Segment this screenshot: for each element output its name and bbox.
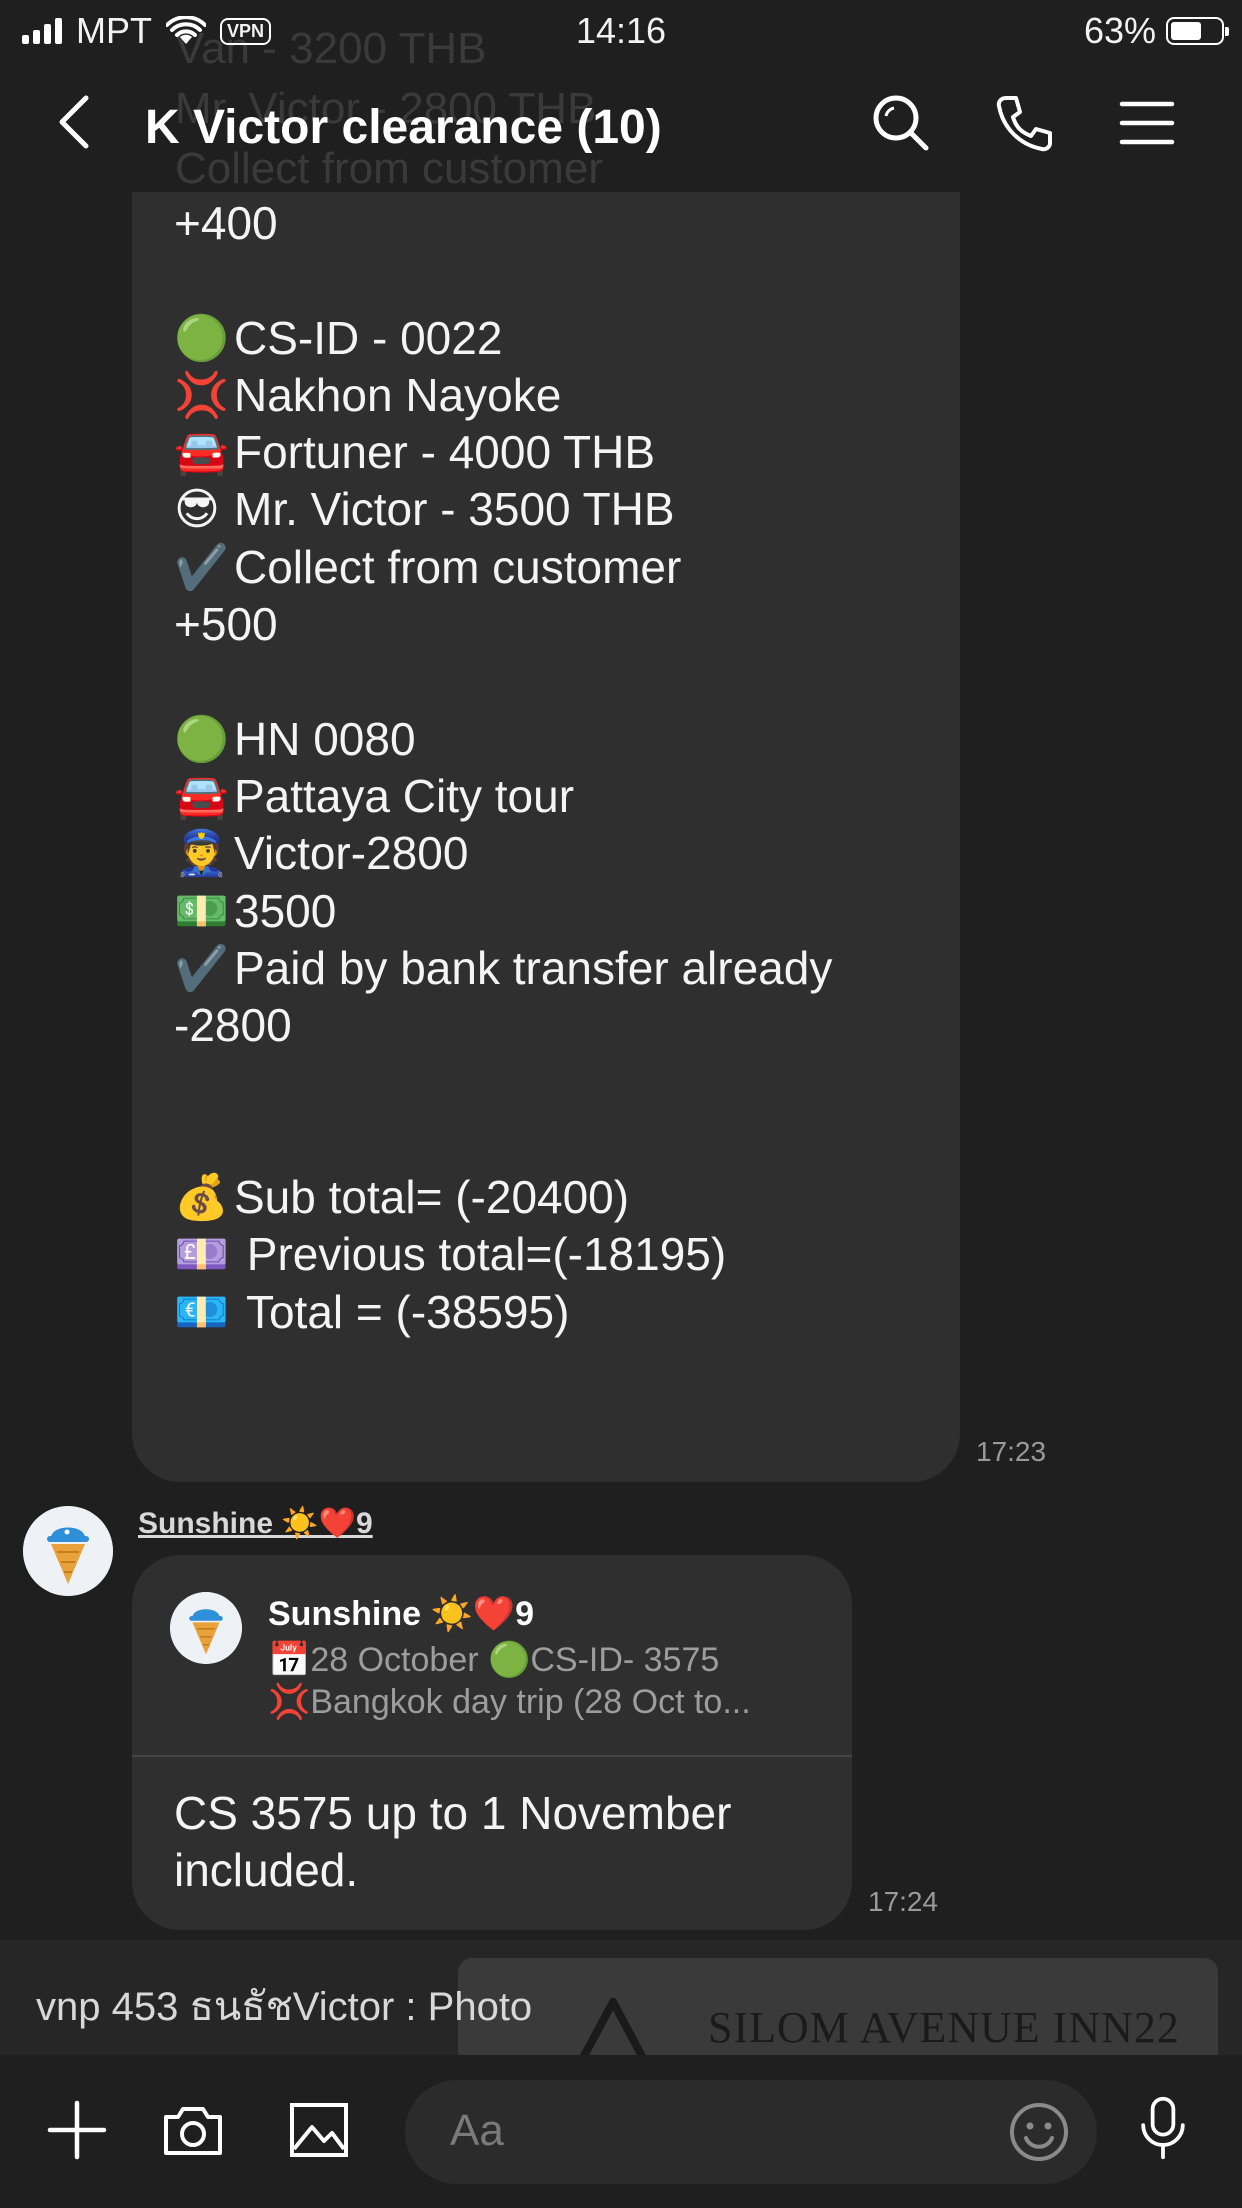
new-message-banner[interactable]: SILOM AVENUE INN22 vnp 453 ธนธัชVictor :… [0, 1940, 1242, 2055]
message-line [174, 653, 832, 710]
line-text: +400 [174, 197, 278, 249]
line-emoji-icon: 💰 [174, 1173, 229, 1223]
line-text: Collect from customer [234, 540, 682, 593]
message-input-placeholder: Aa [450, 2106, 504, 2155]
message-line: 💶 Total = (-38595) [174, 1284, 832, 1341]
menu-icon[interactable] [1114, 90, 1180, 156]
sender-name[interactable]: Sunshine ☀️❤️9 [138, 1506, 373, 1541]
message-line: -2800 [174, 997, 832, 1054]
camera-icon[interactable] [160, 2097, 226, 2163]
calendar-icon: 📅 [268, 1641, 311, 1679]
line-emoji-icon: 🚘 [174, 428, 229, 478]
search-icon[interactable] [868, 90, 934, 156]
message-line: +400 [174, 195, 832, 252]
line-text: HN 0080 [234, 712, 416, 765]
quoted-line-1: 📅28 October 🟢CS-ID- 3575 [268, 1641, 720, 1679]
phone-icon[interactable] [992, 90, 1058, 156]
line-emoji-icon: 💷 [174, 1230, 229, 1280]
input-bar: Aa [0, 2055, 1242, 2208]
message-line [174, 1112, 832, 1169]
message-line: +500 [174, 596, 832, 653]
line-emoji-icon: ✔️ [174, 542, 229, 592]
battery-icon [1166, 17, 1229, 45]
line-text: 3500 [234, 884, 337, 937]
ice-cream-icon [170, 1592, 242, 1664]
message-line: 🟢 CS-ID - 0022 [174, 310, 832, 367]
quoted-line-2: 💢Bangkok day trip (28 Oct to... [268, 1683, 751, 1721]
line-emoji-icon: 💢 [174, 370, 229, 420]
line-emoji-icon: ✔️ [174, 943, 229, 993]
line-emoji-icon: 💶 [174, 1287, 229, 1337]
line-text: Mr. Victor - 3500 THB [234, 483, 675, 536]
message-line: 👮 Victor-2800 [174, 825, 832, 882]
emoji-icon[interactable] [1007, 2100, 1071, 2164]
message-line [174, 1054, 832, 1111]
line-emoji-icon: 🟢 [174, 313, 229, 363]
message-line: 🚘 Pattaya City tour [174, 768, 832, 825]
message-line: ✔️ Paid by bank transfer already [174, 940, 832, 997]
line-text: -2800 [174, 999, 292, 1052]
line-text: Victor-2800 [234, 827, 469, 880]
new-message-text: vnp 453 ธนธัชVictor : Photo [36, 1985, 533, 2029]
message-line: 💷 Previous total=(-18195) [174, 1226, 832, 1283]
line-text: Paid by bank transfer already [234, 941, 833, 994]
message-line: 💵 3500 [174, 883, 832, 940]
reply-message-text: CS 3575 up to 1 November included. [174, 1787, 732, 1896]
line-emoji-icon: 🚘 [174, 771, 229, 821]
microphone-icon[interactable] [1130, 2095, 1196, 2161]
message-line [174, 252, 832, 309]
reply-message-time: 17:24 [868, 1886, 939, 1917]
ice-cream-icon [23, 1506, 113, 1596]
back-arrow-icon[interactable] [50, 92, 100, 152]
sender-avatar[interactable] [23, 1506, 113, 1596]
battery-percent: 63% [1083, 10, 1156, 51]
message-line: 🟢 HN 0080 [174, 711, 832, 768]
quoted-sender-name: Sunshine ☀️❤️9 [268, 1595, 535, 1633]
message-line: 🚘 Fortuner - 4000 THB [174, 424, 832, 481]
message-input[interactable]: Aa [405, 2080, 1097, 2184]
message-text: +400 🟢 CS-ID - 0022 💢 Nakhon Nayoke 🚘 Fortuner… [174, 195, 832, 1341]
divider [132, 1755, 852, 1757]
plus-icon[interactable] [44, 2097, 110, 2163]
line-text: +500 [174, 598, 278, 651]
chat-header: K Victor clearance (10) [0, 62, 1242, 192]
line-text: Nakhon Nayoke [234, 368, 562, 421]
line-text: CS-ID - 0022 [234, 311, 503, 364]
image-icon[interactable] [286, 2097, 352, 2163]
message-line: 💰 Sub total= (-20400) [174, 1169, 832, 1226]
line-emoji-icon: 👮 [174, 829, 229, 879]
message-line: 💢 Nakhon Nayoke [174, 367, 832, 424]
anger-icon: 💢 [268, 1683, 311, 1721]
message-line: ✔️ Collect from customer [174, 539, 832, 596]
status-bar: MPT VPN 14:16 63% [0, 0, 1242, 62]
line-emoji-icon: 💵 [174, 886, 229, 936]
line-emoji-icon: 😎 [174, 485, 220, 535]
message-time: 17:23 [976, 1436, 1047, 1467]
line-text: Previous total=(-18195) [234, 1228, 727, 1281]
clock: 14:16 [575, 10, 667, 51]
message-line: 😎 Mr. Victor - 3500 THB [174, 481, 832, 538]
line-text: Sub total= (-20400) [234, 1171, 630, 1224]
line-emoji-icon: 🟢 [174, 714, 229, 764]
quoted-avatar [170, 1592, 242, 1664]
photo-sign-text: SILOM AVENUE INN22 [708, 2003, 1180, 2052]
chat-title: K Victor clearance (10) [145, 101, 662, 154]
logo-icon [580, 1998, 646, 2055]
line-text: Total = (-38595) [234, 1285, 570, 1338]
photo-thumbnail: SILOM AVENUE INN22 [458, 1958, 1218, 2055]
line-text: Fortuner - 4000 THB [234, 426, 656, 479]
line-text: Pattaya City tour [234, 769, 575, 822]
